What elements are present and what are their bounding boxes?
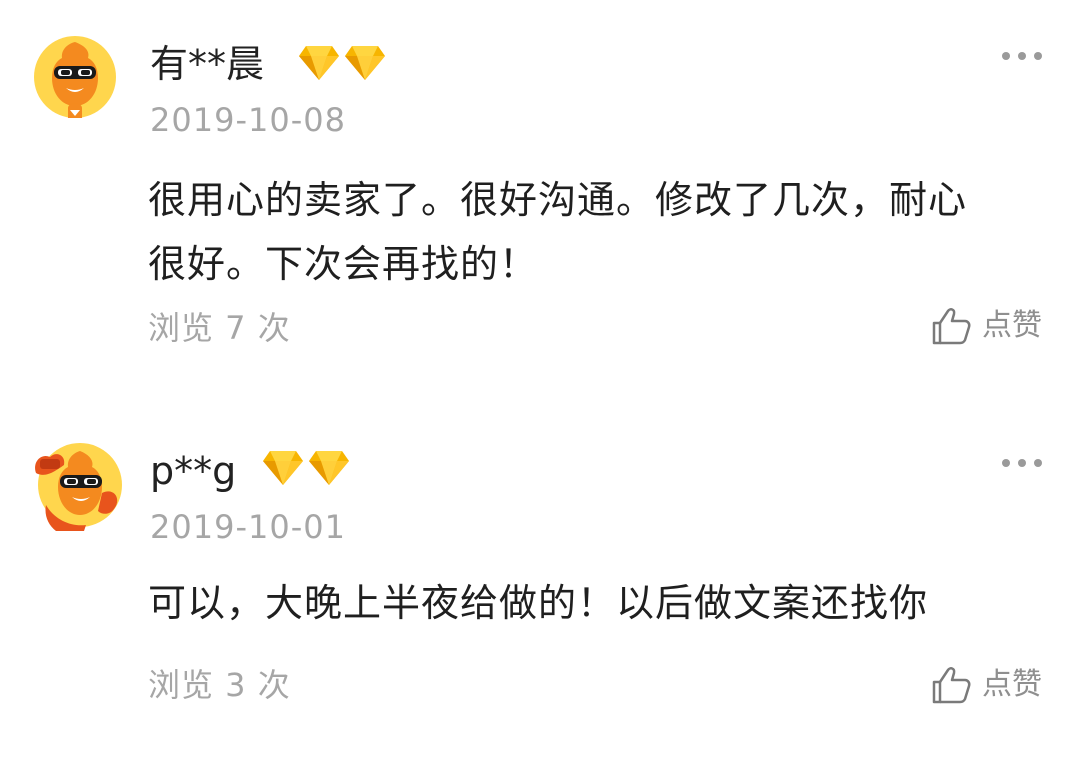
review-item: p**g 2019-10-01 可以，大晚上半夜给做的！以后做文案还找你 浏览 … [0, 405, 1080, 761]
view-count: 浏览 3 次 [148, 666, 291, 704]
review-content-line: 很好。下次会再找的！ [148, 242, 539, 286]
review-date: 2019-10-01 [150, 508, 346, 546]
diamond-icon [299, 46, 339, 80]
username: 有**晨 [150, 42, 265, 86]
badge-group [262, 449, 350, 489]
like-label: 点赞 [982, 667, 1042, 702]
review-content: 可以，大晚上半夜给做的！以后做文案还找你 [148, 571, 1028, 635]
mascot-avatar-icon [35, 443, 122, 531]
avatar[interactable] [34, 36, 116, 118]
view-count: 浏览 7 次 [148, 309, 291, 347]
diamond-icon [309, 451, 349, 485]
username: p**g [150, 449, 237, 493]
review-content-line: 很用心的卖家了。很好沟通。修改了几次，耐心 [148, 178, 968, 222]
like-label: 点赞 [982, 308, 1042, 343]
thumbs-up-icon [932, 308, 971, 345]
diamond-icon [345, 46, 385, 80]
more-dots-icon[interactable] [1002, 455, 1042, 471]
mascot-avatar-icon [34, 36, 116, 118]
diamond-icon [263, 451, 303, 485]
like-button[interactable]: 点赞 [930, 304, 1042, 348]
review-content-line: 可以，大晚上半夜给做的！以后做文案还找你 [148, 581, 929, 625]
like-button[interactable]: 点赞 [930, 663, 1042, 707]
review-item: 有**晨 2019-10-08 很用心的卖家了。很好沟通。修改了几次，耐心 很好… [0, 0, 1080, 370]
avatar[interactable] [26, 435, 126, 531]
badge-group [298, 44, 386, 84]
review-date: 2019-10-08 [150, 101, 346, 139]
more-dots-icon[interactable] [1002, 48, 1042, 64]
review-content: 很用心的卖家了。很好沟通。修改了几次，耐心 很好。下次会再找的！ [148, 168, 1028, 296]
thumbs-up-icon [932, 667, 971, 704]
